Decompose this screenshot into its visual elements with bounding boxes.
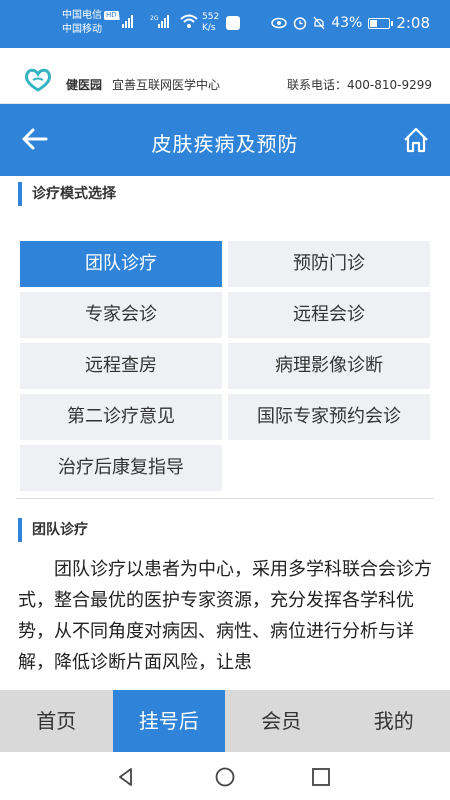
mute-icon xyxy=(313,16,325,30)
option-rehab-guidance[interactable]: 治疗后康复指导 xyxy=(20,445,222,491)
contact-phone[interactable]: 联系电话：400-810-9299 xyxy=(287,76,432,93)
page-title: 皮肤疾病及预防 xyxy=(151,132,299,156)
recents-square-icon[interactable] xyxy=(310,766,332,788)
tab-after-registration[interactable]: 挂号后 xyxy=(112,690,225,752)
brand-name: 健医园 xyxy=(66,78,103,92)
brand-slogan: 宜善互联网医学中心 xyxy=(112,78,221,92)
option-remote-consultation[interactable]: 远程会诊 xyxy=(228,292,430,338)
option-prevention-clinic[interactable]: 预防门诊 xyxy=(228,241,430,287)
home-circle-icon[interactable] xyxy=(214,766,236,788)
signal-1-label: 4G xyxy=(112,15,121,22)
battery-percent: 43% xyxy=(331,15,363,31)
home-icon[interactable] xyxy=(402,126,430,154)
brand-logo-icon xyxy=(24,68,52,92)
tab-membership[interactable]: 会员 xyxy=(225,690,338,752)
site-header: 健医园 宜善互联网医学中心 联系电话：400-810-9299 xyxy=(0,48,450,104)
option-pathology-imaging[interactable]: 病理影像诊断 xyxy=(228,343,430,389)
carrier-2: 中国移动 xyxy=(62,24,102,35)
bottom-tab-bar: 首页 挂号后 会员 我的 xyxy=(0,690,450,752)
detail-section-heading: 团队诊疗 xyxy=(18,518,88,542)
eye-icon xyxy=(271,17,287,29)
section-divider xyxy=(16,498,434,499)
option-remote-rounds[interactable]: 远程查房 xyxy=(20,343,222,389)
app-notification-icon xyxy=(226,16,240,30)
alarm-icon xyxy=(293,17,307,30)
carrier-info: 中国电信 HD 中国移动 xyxy=(62,9,119,37)
back-triangle-icon[interactable] xyxy=(115,766,137,788)
option-expert-consultation[interactable]: 专家会诊 xyxy=(20,292,222,338)
signal-strength-2-icon: 2G xyxy=(150,15,169,28)
tab-mine[interactable]: 我的 xyxy=(338,690,450,752)
tab-home[interactable]: 首页 xyxy=(0,690,113,752)
system-navigation-bar xyxy=(0,752,450,800)
battery-level-fill xyxy=(370,19,378,27)
net-speed-value: 552 xyxy=(202,12,220,22)
option-international-expert[interactable]: 国际专家预约会诊 xyxy=(228,394,430,440)
net-speed-unit: K/s xyxy=(202,23,216,33)
network-speed: 552 K/s xyxy=(202,12,219,34)
clock-time: 2:08 xyxy=(396,14,430,32)
title-bar: 皮肤疾病及预防 xyxy=(0,104,450,176)
mode-section-heading: 诊疗模式选择 xyxy=(18,182,116,206)
signal-strength-icon: 4G xyxy=(112,15,133,28)
detail-description: 团队诊疗以患者为中心，采用多学科联合会诊方式，整合最优的医护专家资源，充分发挥各… xyxy=(18,559,432,673)
carrier-1: 中国电信 xyxy=(62,10,102,21)
status-bar: 中国电信 HD 中国移动 4G 2G 552 K/s 43% 2:08 xyxy=(0,0,450,48)
wifi-icon xyxy=(180,14,198,28)
option-team-consultation[interactable]: 团队诊疗 xyxy=(20,241,222,287)
battery-icon xyxy=(368,17,394,29)
status-right: 43% 2:08 xyxy=(271,14,430,32)
option-second-opinion[interactable]: 第二诊疗意见 xyxy=(20,394,222,440)
signal-2-label: 2G xyxy=(150,15,159,22)
